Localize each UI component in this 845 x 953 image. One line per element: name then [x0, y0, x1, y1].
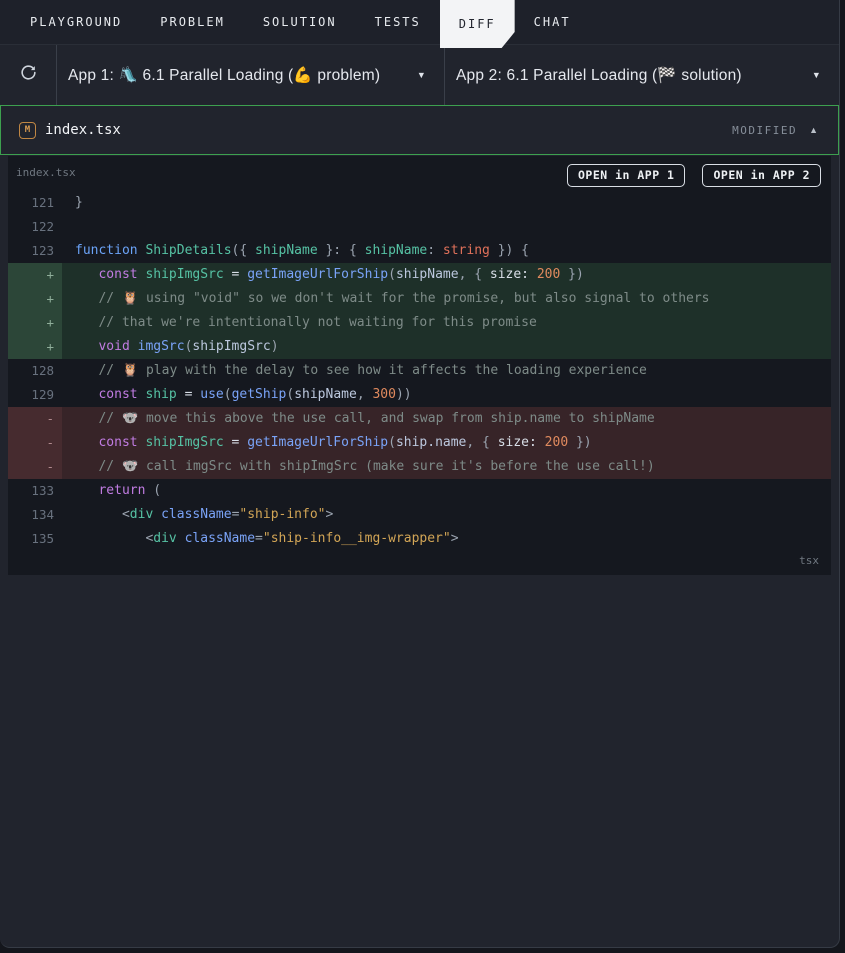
code-line: 135 <div className="ship-info__img-wrapp…: [8, 527, 831, 551]
chevron-down-icon: ▼: [811, 70, 821, 80]
diff-status-area: MODIFIED ▲: [732, 124, 818, 137]
code-line: 133 return (: [8, 479, 831, 503]
code-line: - const shipImgSrc = getImageUrlForShip(…: [8, 431, 831, 455]
modified-badge-icon: M: [19, 121, 36, 139]
code-text: const shipImgSrc = getImageUrlForShip(sh…: [62, 431, 831, 455]
code-text: return (: [98, 483, 162, 498]
diff-sign: +: [8, 311, 62, 335]
diff-status-label: MODIFIED: [732, 123, 798, 137]
code-line: 128 // 🦉 play with the delay to see how …: [8, 359, 831, 383]
line-number: 128: [31, 363, 54, 378]
diff-sign: +: [8, 263, 62, 287]
app2-select[interactable]: App 2: 6.1 Parallel Loading (🏁 solution)…: [445, 45, 839, 105]
app1-select-label: App 1: 🛝 6.1 Parallel Loading (💪 problem…: [68, 66, 381, 84]
code-text: const shipImgSrc = getImageUrlForShip(sh…: [62, 263, 831, 287]
code-text: void imgSrc(shipImgSrc): [62, 335, 831, 359]
app1-select[interactable]: App 1: 🛝 6.1 Parallel Loading (💪 problem…: [57, 45, 445, 105]
code-text: // 🐨 move this above the use call, and s…: [62, 407, 831, 431]
tab-tests[interactable]: TESTS: [356, 0, 440, 44]
code-line: - // 🐨 move this above the use call, and…: [8, 407, 831, 431]
code-text: function ShipDetails({ shipName }: { shi…: [75, 243, 530, 258]
line-number: 135: [31, 531, 54, 546]
code-text: // 🦉 play with the delay to see how it a…: [98, 363, 647, 378]
app2-select-label: App 2: 6.1 Parallel Loading (🏁 solution): [456, 66, 742, 84]
refresh-icon: [19, 63, 38, 87]
code-line: + void imgSrc(shipImgSrc): [8, 335, 831, 359]
line-number: 129: [31, 387, 54, 402]
code-line: 134 <div className="ship-info">: [8, 503, 831, 527]
tab-diff[interactable]: DIFF: [440, 0, 515, 48]
diff-sign: +: [8, 335, 62, 359]
code-filename-label: index.tsx: [16, 166, 76, 179]
code-text: <div className="ship-info">: [121, 507, 334, 522]
diff-sign: -: [8, 455, 62, 479]
code-text: const ship = use(getShip(shipName, 300)): [98, 387, 412, 402]
code-text: // 🦉 using "void" so we don't wait for t…: [62, 287, 831, 311]
code-text: }: [75, 195, 83, 210]
line-number: 123: [31, 243, 54, 258]
diff-file-name: index.tsx: [45, 122, 121, 138]
tab-chat[interactable]: CHAT: [515, 0, 590, 44]
diff-code-block: index.tsx OPEN in APP 1 OPEN in APP 2 12…: [8, 156, 831, 575]
open-in-app1-button[interactable]: OPEN in APP 1: [566, 164, 686, 187]
tab-bar: PLAYGROUND PROBLEM SOLUTION TESTS DIFF C…: [0, 0, 839, 44]
diff-sign: -: [8, 407, 62, 431]
tab-problem[interactable]: PROBLEM: [141, 0, 244, 44]
diff-sign: -: [8, 431, 62, 455]
collapse-triangle-icon[interactable]: ▲: [809, 125, 818, 135]
code-line: + const shipImgSrc = getImageUrlForShip(…: [8, 263, 831, 287]
code-text: // 🐨 call imgSrc with shipImgSrc (make s…: [62, 455, 831, 479]
line-number: 122: [31, 219, 54, 234]
app-panel: PLAYGROUND PROBLEM SOLUTION TESTS DIFF C…: [0, 0, 840, 948]
app-toolbar: App 1: 🛝 6.1 Parallel Loading (💪 problem…: [0, 44, 839, 105]
diff-file-header[interactable]: M index.tsx MODIFIED ▲: [0, 105, 839, 155]
code-rows: 121} 122 123 function ShipDetails({ shipNam…: [8, 191, 831, 551]
refresh-button[interactable]: [0, 45, 57, 105]
code-line: + // 🦉 using "void" so we don't wait for…: [8, 287, 831, 311]
code-text: // that we're intentionally not waiting …: [62, 311, 831, 335]
code-line: - // 🐨 call imgSrc with shipImgSrc (make…: [8, 455, 831, 479]
line-number: 134: [31, 507, 54, 522]
code-line: 121}: [8, 191, 831, 215]
open-in-app2-button[interactable]: OPEN in APP 2: [702, 164, 821, 187]
code-line: + // that we're intentionally not waitin…: [8, 311, 831, 335]
open-buttons: OPEN in APP 1 OPEN in APP 2: [566, 164, 821, 187]
line-number: 133: [31, 483, 54, 498]
language-label: tsx: [799, 554, 819, 567]
code-meta-row: index.tsx OPEN in APP 1 OPEN in APP 2: [8, 156, 831, 191]
diff-sign: +: [8, 287, 62, 311]
tab-playground[interactable]: PLAYGROUND: [11, 0, 141, 44]
diff-section: M index.tsx MODIFIED ▲ index.tsx OPEN in…: [0, 105, 839, 575]
line-number: 121: [31, 195, 54, 210]
code-text: <div className="ship-info__img-wrapper">: [145, 531, 459, 546]
code-line: 123 function ShipDetails({ shipName }: { …: [8, 239, 831, 263]
chevron-down-icon: ▼: [416, 70, 426, 80]
code-line: 129 const ship = use(getShip(shipName, 3…: [8, 383, 831, 407]
tab-solution[interactable]: SOLUTION: [244, 0, 356, 44]
code-line: 122: [8, 215, 831, 239]
diff-file-info: M index.tsx: [19, 121, 121, 139]
